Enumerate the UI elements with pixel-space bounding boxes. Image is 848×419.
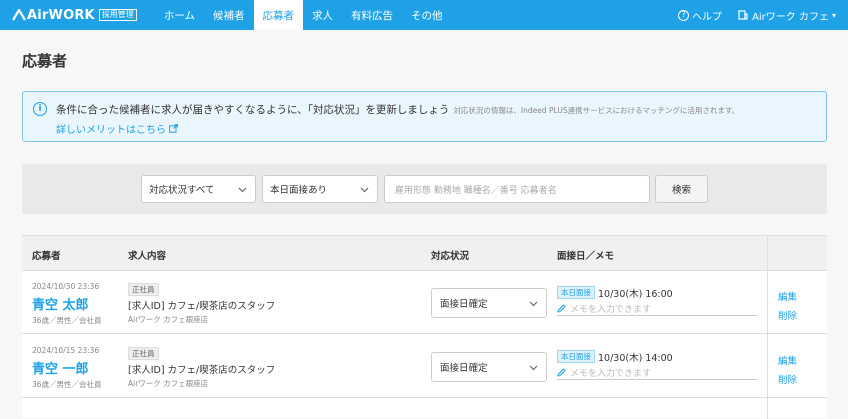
chevron-down-icon xyxy=(529,365,538,371)
memo-input[interactable]: メモを入力できます xyxy=(557,301,757,316)
search-input[interactable]: 雇用形態 勤務地 職種名／番号 応募者名 xyxy=(384,175,650,203)
memo-input[interactable]: メモを入力できます xyxy=(557,365,757,380)
job-title[interactable]: [求人ID] カフェ/喫茶店のスタッフ xyxy=(128,298,275,312)
nav-jobs[interactable]: 求人 xyxy=(303,0,342,30)
delete-link[interactable]: 削除 xyxy=(778,308,797,322)
table-row: 2024/10/30 23:36 青空 太郎 36歳／男性／会社員 正社員 [求… xyxy=(22,271,827,334)
memo-placeholder: メモを入力できます xyxy=(570,304,652,315)
chevron-down-icon xyxy=(529,301,538,307)
job-title[interactable]: [求人ID] カフェ/喫茶店のスタッフ xyxy=(128,362,275,376)
applicant-profile: 36歳／男性／会社員 xyxy=(32,316,102,325)
applicant-name[interactable]: 青空 太郎 xyxy=(32,294,89,313)
status-filter-select[interactable]: 対応状況すべて xyxy=(141,175,256,203)
applied-date: 2024/10/30 23:36 xyxy=(32,282,100,291)
table-header: 応募者 求人内容 対応状況 面接日／メモ xyxy=(22,236,827,271)
info-note: 対応状況の情報は、Indeed PLUS連携サービスにおけるマッチングに活用され… xyxy=(453,106,740,115)
logo-badge: 採用管理 xyxy=(98,9,137,21)
question-circle-icon: ? xyxy=(678,9,690,21)
table-row: 2024/10/15 23:36 青空 一郎 36歳／男性／会社員 正社員 [求… xyxy=(22,335,827,398)
building-icon xyxy=(738,10,748,20)
memo-placeholder: メモを入力できます xyxy=(570,368,652,379)
edit-link[interactable]: 編集 xyxy=(778,289,797,303)
nav-other[interactable]: その他 xyxy=(402,0,452,30)
logo-text: AirWORK xyxy=(27,7,95,23)
info-message-line: 条件に合った候補者に求人が届きやすくなるように、「対応状況」を更新しましょう 対応… xyxy=(56,102,739,117)
col-job: 求人内容 xyxy=(128,251,167,262)
info-message: 条件に合った候補者に求人が届きやすくなるように、「対応状況」を更新しましょう xyxy=(56,104,450,116)
logo[interactable]: AirWORK 採用管理 xyxy=(12,0,137,30)
status-value: 面接日確定 xyxy=(440,299,488,310)
nav-candidates[interactable]: 候補者 xyxy=(204,0,254,30)
info-icon: i xyxy=(33,102,47,116)
pencil-icon xyxy=(557,303,566,313)
employment-badge: 正社員 xyxy=(128,347,159,360)
today-interview-badge: 本日面接 xyxy=(557,350,595,363)
help-label: ヘルプ xyxy=(692,11,723,23)
interview-datetime: 10/30(木) 16:00 xyxy=(598,289,673,300)
account-menu[interactable]: Airワーク カフェ ▾ xyxy=(738,8,836,23)
account-label: Airワーク カフェ xyxy=(752,11,829,23)
applicant-profile: 36歳／男性／会社員 xyxy=(32,380,102,389)
store-name: Airワーク カフェ銀座店 xyxy=(128,315,209,324)
applied-date: 2024/10/15 23:36 xyxy=(32,346,100,355)
edit-link[interactable]: 編集 xyxy=(778,353,797,367)
interview-filter-value: 本日面接あり xyxy=(270,185,328,196)
chevron-down-icon: ▾ xyxy=(831,10,836,20)
pencil-icon xyxy=(557,367,566,377)
col-status: 対応状況 xyxy=(431,251,470,262)
chevron-down-icon xyxy=(238,187,247,193)
air-logo-icon xyxy=(12,9,26,21)
today-interview-badge: 本日面接 xyxy=(557,286,595,299)
header-right: ? ヘルプ Airワーク カフェ ▾ xyxy=(678,0,836,30)
search-button[interactable]: 検索 xyxy=(655,175,708,203)
info-banner: i 条件に合った候補者に求人が届きやすくなるように、「対応状況」を更新しましょう… xyxy=(22,91,827,142)
delete-link[interactable]: 削除 xyxy=(778,372,797,386)
employment-badge: 正社員 xyxy=(128,283,159,296)
col-interview: 面接日／メモ xyxy=(557,251,615,262)
applicants-table: 応募者 求人内容 対応状況 面接日／メモ 2024/10/30 23:36 青空… xyxy=(22,235,827,419)
interview-datetime: 10/30(木) 14:00 xyxy=(598,353,673,364)
store-name: Airワーク カフェ銀座店 xyxy=(128,379,209,388)
chevron-down-icon xyxy=(360,187,369,193)
external-link-icon xyxy=(169,124,178,133)
interview-filter-select[interactable]: 本日面接あり xyxy=(262,175,378,203)
benefits-link-label: 詳しいメリットはこちら xyxy=(56,125,166,136)
main-nav: ホーム 候補者 応募者 求人 有料広告 その他 xyxy=(155,0,452,30)
nav-paid-ads[interactable]: 有料広告 xyxy=(342,0,402,30)
status-value: 面接日確定 xyxy=(440,363,488,374)
top-navigation-bar: AirWORK 採用管理 ホーム 候補者 応募者 求人 有料広告 その他 ? ヘ… xyxy=(0,0,848,30)
col-applicant: 応募者 xyxy=(32,251,61,262)
status-select[interactable]: 面接日確定 xyxy=(431,288,547,318)
status-select[interactable]: 面接日確定 xyxy=(431,352,547,382)
status-filter-value: 対応状況すべて xyxy=(149,185,215,196)
help-link[interactable]: ? ヘルプ xyxy=(678,8,722,23)
page-title: 応募者 xyxy=(22,52,68,70)
applicant-name[interactable]: 青空 一郎 xyxy=(32,358,89,377)
nav-applicants[interactable]: 応募者 xyxy=(253,0,303,30)
nav-home[interactable]: ホーム xyxy=(155,0,204,30)
benefits-link[interactable]: 詳しいメリットはこちら xyxy=(56,121,178,136)
column-divider xyxy=(767,236,768,419)
filter-panel: 対応状況すべて 本日面接あり 雇用形態 勤務地 職種名／番号 応募者名 検索 xyxy=(22,164,827,214)
